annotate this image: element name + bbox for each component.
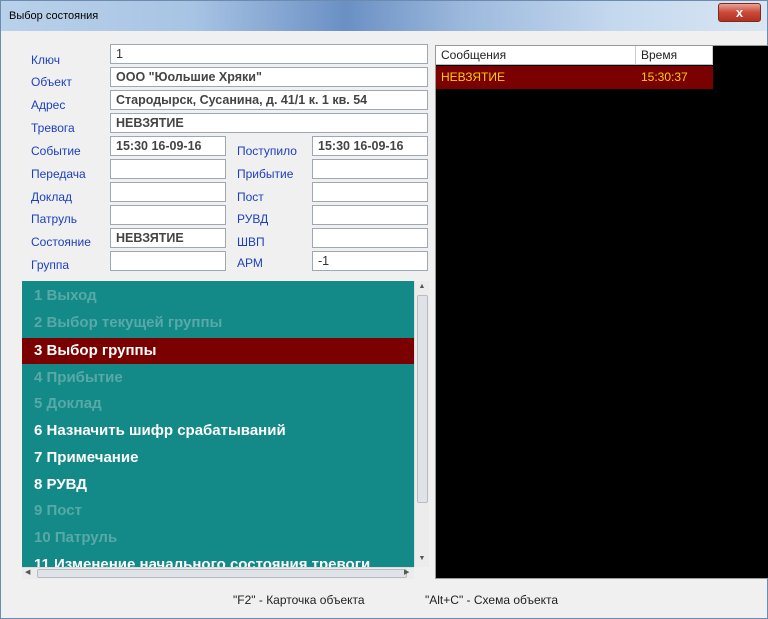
received-field[interactable]: 15:30 16-09-16	[312, 136, 428, 156]
scroll-right-icon[interactable]: ▶	[404, 568, 409, 576]
key-label: Ключ	[31, 53, 60, 67]
scroll-left-icon[interactable]: ◀	[25, 568, 30, 576]
hint-object-card: "F2" - Карточка объекта	[233, 593, 365, 607]
scroll-down-icon[interactable]: ▼	[418, 555, 426, 562]
post-label: Пост	[237, 190, 264, 204]
report-field[interactable]	[110, 182, 226, 202]
object-field[interactable]: ООО "Юольшие Хряки"	[110, 67, 428, 87]
window-title: Выбор состояния	[9, 10, 99, 22]
arm-field[interactable]: -1	[312, 251, 428, 271]
menu-item-select-current-group[interactable]: 2 Выбор текущей группы	[22, 310, 414, 336]
menu-item-report[interactable]: 5 Доклад	[22, 391, 414, 417]
menu-item-patrol[interactable]: 10 Патруль	[22, 525, 414, 551]
vertical-scroll-thumb[interactable]	[417, 295, 428, 503]
received-label: Поступило	[237, 144, 297, 158]
state-field[interactable]: НЕВЗЯТИЕ	[110, 228, 226, 248]
shvp-field[interactable]	[312, 228, 428, 248]
message-text: НЕВЗЯТИЕ	[441, 70, 506, 84]
group-field[interactable]	[110, 251, 226, 271]
column-header-time[interactable]: Время	[636, 46, 713, 65]
hint-object-scheme: "Alt+C" - Схема объекта	[425, 593, 559, 607]
state-selection-window: Выбор состояния x Ключ Объект Адрес Трев…	[0, 0, 768, 619]
menu-item-exit[interactable]: 1 Выход	[22, 283, 414, 309]
alarm-field[interactable]: НЕВЗЯТИЕ	[110, 113, 428, 133]
ruvd-label: РУВД	[237, 212, 269, 226]
report-label: Доклад	[31, 190, 72, 204]
shvp-label: ШВП	[237, 235, 265, 249]
horizontal-scroll-thumb[interactable]	[37, 569, 407, 578]
arrival-label: Прибытие	[237, 167, 294, 181]
menu-vertical-scrollbar[interactable]: ▲ ▼	[414, 281, 429, 567]
title-bar[interactable]: Выбор состояния x	[1, 1, 767, 31]
address-field[interactable]: Стародырск, Сусанина, д. 41/1 к. 1 кв. 5…	[110, 90, 428, 110]
address-label: Адрес	[31, 98, 66, 112]
transfer-label: Передача	[31, 167, 86, 181]
arm-label: АРМ	[237, 256, 263, 270]
scroll-up-icon[interactable]: ▲	[418, 283, 426, 290]
arrival-field[interactable]	[312, 159, 428, 179]
key-field[interactable]: 1	[110, 44, 428, 64]
menu-item-post[interactable]: 9 Пост	[22, 498, 414, 524]
menu-item-arrival[interactable]: 4 Прибытие	[22, 365, 414, 391]
menu-item-note[interactable]: 7 Примечание	[22, 445, 414, 471]
object-label: Объект	[31, 75, 72, 89]
alarm-label: Тревога	[31, 121, 75, 135]
menu-item-change-initial-state[interactable]: 11 Изменение начального состояния тревог…	[22, 552, 414, 567]
message-time: 15:30:37	[641, 70, 688, 84]
ruvd-field[interactable]	[312, 205, 428, 225]
event-label: Событие	[31, 144, 81, 158]
menu-item-ruvd[interactable]: 8 РУВД	[22, 472, 414, 498]
message-row[interactable]: НЕВЗЯТИЕ 15:30:37	[436, 66, 713, 89]
patrol-label: Патруль	[31, 212, 78, 226]
messages-panel[interactable]: Сообщения Время НЕВЗЯТИЕ 15:30:37	[435, 45, 768, 579]
patrol-field[interactable]	[110, 205, 226, 225]
menu-horizontal-scrollbar[interactable]: ◀ ▶	[22, 567, 414, 579]
action-menu[interactable]: 1 Выход 2 Выбор текущей группы 3 Выбор г…	[22, 281, 414, 567]
column-header-messages[interactable]: Сообщения	[436, 46, 636, 65]
state-label: Состояние	[31, 235, 91, 249]
event-field[interactable]: 15:30 16-09-16	[110, 136, 226, 156]
close-button[interactable]: x	[718, 3, 761, 22]
menu-item-assign-trigger-code[interactable]: 6 Назначить шифр срабатываний	[22, 418, 414, 444]
group-label: Группа	[31, 258, 70, 272]
transfer-field[interactable]	[110, 159, 226, 179]
messages-header: Сообщения Время	[436, 46, 713, 65]
post-field[interactable]	[312, 182, 428, 202]
menu-item-select-group[interactable]: 3 Выбор группы	[22, 338, 414, 364]
